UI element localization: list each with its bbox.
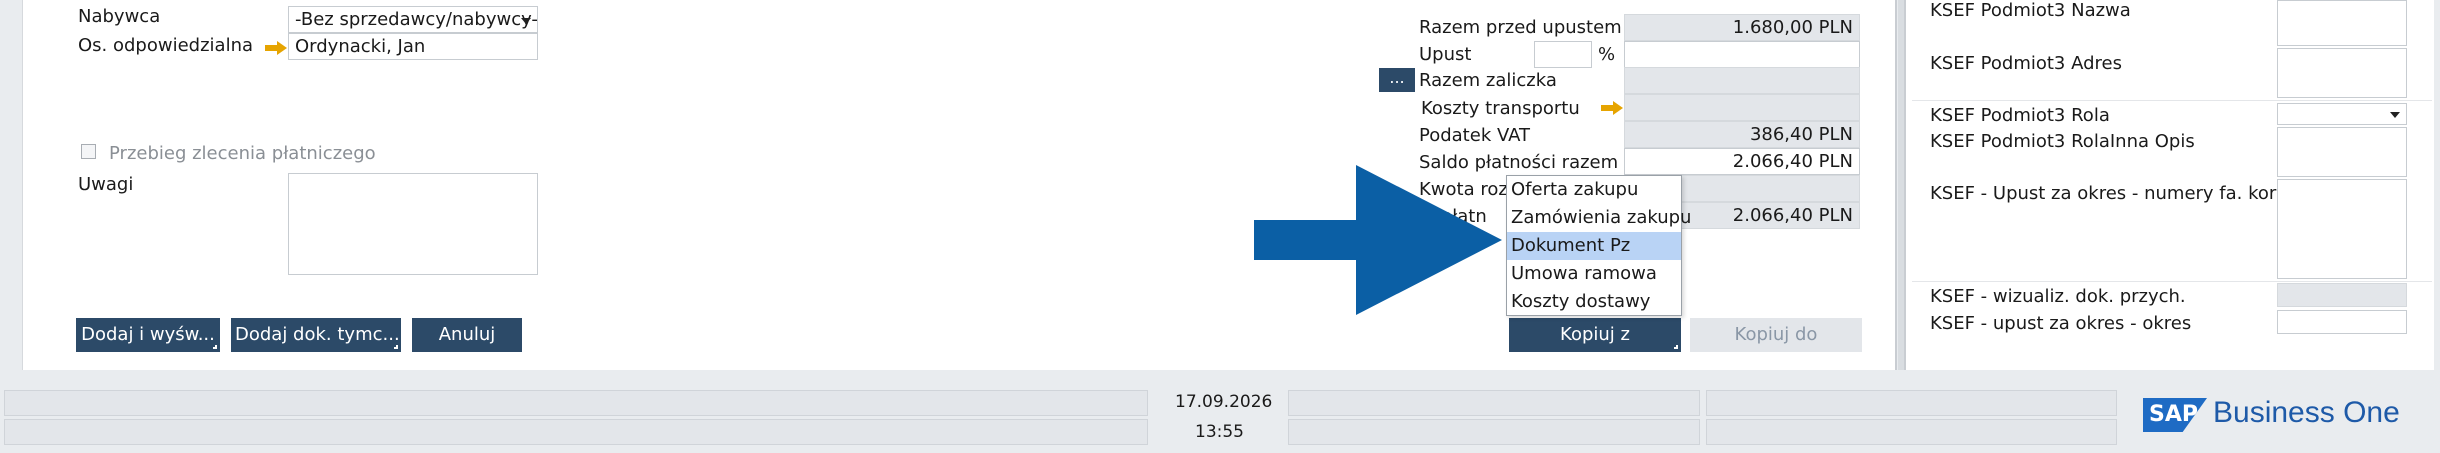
status-date: 17.09.2026 xyxy=(1175,392,1273,412)
transport-label: Koszty transportu xyxy=(1421,98,1580,119)
sap-business-one-logo: SAP Business One xyxy=(2143,396,2423,436)
remarks-label: Uwagi xyxy=(78,174,134,195)
percent-unit: % xyxy=(1598,44,1616,65)
subject3-name-label: KSEF Podmiot3 Nazwa xyxy=(1930,0,2131,21)
visualization-label: KSEF - wizualiz. dok. przych. xyxy=(1930,286,2186,307)
status-time: 13:55 xyxy=(1195,422,1244,442)
sap-badge: SAP xyxy=(2143,398,2207,432)
copy-from-button[interactable]: Kopiuj z xyxy=(1509,318,1681,352)
discount-period-numbers-input[interactable] xyxy=(2277,179,2407,279)
transport-value xyxy=(1624,94,1860,121)
remarks-textarea[interactable] xyxy=(288,173,538,275)
chevron-down-icon xyxy=(2390,112,2400,118)
subject3-role-other-label: KSEF Podmiot3 RolaInna Opis xyxy=(1930,131,2195,152)
menu-item-purchase-orders[interactable]: Zamówienia zakupu xyxy=(1507,204,1691,232)
add-temporary-button[interactable]: Dodaj dok. tymc... xyxy=(231,318,401,352)
discount-label: Upust xyxy=(1419,44,1472,65)
buyer-label: Nabywca xyxy=(78,6,161,27)
link-arrow-icon[interactable] xyxy=(265,41,287,55)
status-field xyxy=(1288,419,1700,445)
responsible-label: Os. odpowiedzialna xyxy=(78,35,254,56)
vat-label: Podatek VAT xyxy=(1419,125,1531,146)
subject3-role-label: KSEF Podmiot3 Rola xyxy=(1930,105,2110,126)
advance-value xyxy=(1624,67,1860,94)
subject3-role-select[interactable] xyxy=(2277,103,2407,125)
status-bar: 17.09.2026 13:55 xyxy=(0,376,2440,453)
status-field xyxy=(1288,390,1700,416)
visualization-value xyxy=(2277,283,2407,307)
payment-order-checkbox[interactable] xyxy=(81,144,96,159)
status-message-field xyxy=(4,419,1148,445)
cancel-button[interactable]: Anuluj xyxy=(412,318,522,352)
before-discount-label: Razem przed upustem xyxy=(1419,17,1622,38)
discount-period-numbers-label: KSEF - Upust za okres - numery fa. koryg… xyxy=(1930,183,2305,204)
discount-period-input[interactable] xyxy=(2277,310,2407,334)
menu-item-framework-agreement[interactable]: Umowa ramowa xyxy=(1507,260,1681,288)
pointer-arrow-icon xyxy=(1254,165,1502,315)
responsible-value: Ordynacki, Jan xyxy=(295,36,426,57)
discount-percent-input[interactable] xyxy=(1534,41,1592,68)
payment-order-label: Przebieg zlecenia płatniczego xyxy=(109,143,376,164)
subject3-address-label: KSEF Podmiot3 Adres xyxy=(1930,53,2122,74)
add-and-show-button[interactable]: Dodaj i wyśw... xyxy=(76,318,220,352)
menu-item-goods-receipt[interactable]: Dokument Pz xyxy=(1507,232,1681,260)
ksef-panel: KSEF Podmiot3 Nazwa KSEF Podmiot3 Adres … xyxy=(1904,0,2434,370)
advance-ellipsis-button[interactable]: ... xyxy=(1379,68,1415,92)
product-name: Business One xyxy=(2213,396,2400,429)
copy-to-button[interactable]: Kopiuj do xyxy=(1690,318,1862,352)
advance-label: Razem zaliczka xyxy=(1419,70,1557,91)
status-field xyxy=(1706,390,2117,416)
buyer-select[interactable]: -Bez sprzedawcy/nabywcy- xyxy=(288,6,538,33)
discount-period-label: KSEF - upust za okres - okres xyxy=(1930,313,2192,334)
subject3-name-input[interactable] xyxy=(2277,0,2407,46)
menu-item-delivery-costs[interactable]: Koszty dostawy xyxy=(1507,288,1681,316)
responsible-input[interactable]: Ordynacki, Jan xyxy=(288,33,538,60)
subject3-role-other-input[interactable] xyxy=(2277,127,2407,177)
buyer-value: -Bez sprzedawcy/nabywcy- xyxy=(295,9,538,30)
before-discount-value: 1.680,00 PLN xyxy=(1624,14,1860,41)
discount-amount-input[interactable] xyxy=(1624,41,1860,68)
copy-from-menu: Oferta zakupu Zamówienia zakupu Dokument… xyxy=(1506,175,1691,316)
menu-item-offer[interactable]: Oferta zakupu xyxy=(1507,176,1681,204)
vat-value: 386,40 PLN xyxy=(1624,121,1860,148)
balance-value: 2.066,40 PLN xyxy=(1624,148,1860,175)
chevron-down-icon xyxy=(521,18,531,24)
status-field xyxy=(1706,419,2117,445)
status-message-field xyxy=(4,390,1148,416)
subject3-address-input[interactable] xyxy=(2277,48,2407,98)
link-arrow-icon[interactable] xyxy=(1601,101,1623,115)
